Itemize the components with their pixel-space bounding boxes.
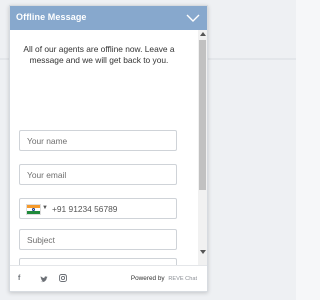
brand-name[interactable]: REVE Chat [168, 276, 197, 282]
scroll-down-arrow-icon[interactable] [200, 250, 206, 254]
chat-widget: Offline Message All of our agents are of… [9, 5, 208, 292]
widget-footer: f Powered by REVE Chat [10, 265, 207, 291]
offline-message-text: All of our agents are offline now. Leave… [23, 44, 175, 65]
subject-field[interactable] [19, 229, 177, 250]
phone-field: ▼ [19, 198, 177, 219]
chevron-down-icon [186, 14, 200, 22]
powered-by-text: Powered by REVE Chat [131, 275, 197, 282]
scrollbar[interactable] [198, 30, 207, 265]
email-field[interactable] [19, 164, 177, 185]
message-field[interactable] [19, 258, 177, 265]
powered-by-label: Powered by [130, 275, 165, 282]
facebook-icon[interactable]: f [18, 275, 20, 282]
background-panel [296, 0, 320, 300]
caret-down-icon[interactable]: ▼ [42, 205, 48, 211]
instagram-glyph-icon [59, 274, 67, 282]
scrollbar-thumb[interactable] [199, 40, 206, 190]
scroll-up-arrow-icon[interactable] [200, 32, 206, 36]
collapse-button[interactable] [185, 10, 201, 26]
instagram-icon[interactable] [59, 274, 67, 282]
name-field[interactable] [19, 130, 177, 151]
widget-header: Offline Message [10, 6, 207, 30]
phone-input[interactable] [52, 199, 170, 218]
india-flag-icon[interactable] [26, 204, 41, 215]
twitter-bird-icon [40, 276, 48, 283]
widget-body: All of our agents are offline now. Leave… [10, 30, 198, 265]
header-title: Offline Message [16, 12, 87, 22]
twitter-icon[interactable] [40, 276, 48, 285]
